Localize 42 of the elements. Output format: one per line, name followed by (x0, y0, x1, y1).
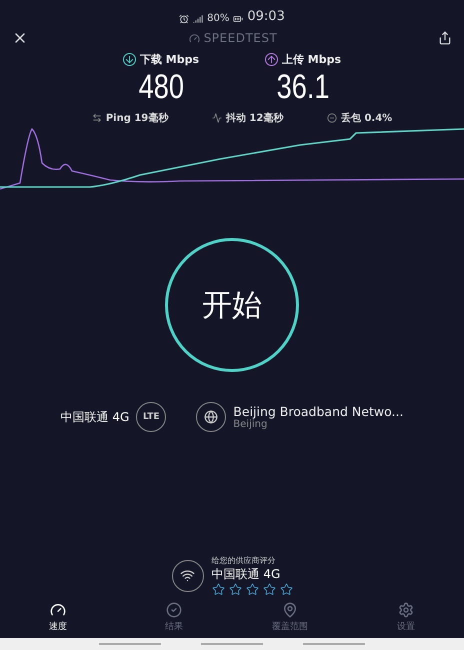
nav-tab[interactable]: 覆盖范围 (232, 602, 348, 638)
map-pin-icon (282, 602, 298, 618)
nav-tab[interactable]: 设置 (348, 602, 464, 638)
result-label: 下载 Mbps (140, 52, 200, 67)
result-value: 480 (138, 67, 184, 107)
lte-badge: LTE (136, 402, 166, 432)
server-name[interactable]: Beijing Broadband Netwo... (233, 404, 404, 419)
star-icon[interactable] (228, 583, 242, 596)
star-icon[interactable] (246, 583, 258, 596)
upload-icon (264, 53, 278, 66)
app-title: SPEEDTEST (204, 31, 278, 45)
download-icon (122, 53, 136, 66)
check-circle-icon (166, 602, 182, 618)
gauge-icon (188, 32, 200, 44)
metric-value: 抖动 12毫秒 (226, 111, 284, 125)
arrows-icon (92, 113, 102, 123)
minus-circle-icon (326, 113, 337, 123)
share-icon (438, 31, 452, 45)
battery-level: 80% (207, 13, 230, 24)
nav-tab[interactable]: 结果 (116, 602, 232, 638)
clock-time: 09:03 (247, 9, 285, 24)
wifi-icon (172, 560, 204, 592)
signal-icon (193, 14, 204, 24)
battery-icon (233, 14, 244, 24)
rating-carrier: 中国联通 4G (212, 566, 282, 583)
metric-value: Ping 19毫秒 (106, 111, 168, 125)
result-value: 36.1 (276, 67, 330, 107)
alarm-icon (179, 14, 190, 24)
start-button[interactable]: 开始 (165, 238, 299, 372)
metric-value: 丢包 0.4% (340, 112, 392, 125)
carrier-name: 中国联通 4G (60, 408, 130, 426)
pulse-icon (212, 113, 222, 123)
rating-prompt: 给您的供应商评分 (212, 555, 276, 566)
star-icon[interactable] (262, 583, 276, 596)
gauge-icon (50, 602, 66, 618)
nav-tab[interactable]: 速度 (0, 602, 116, 638)
star-icon[interactable] (280, 583, 292, 596)
star-icon[interactable] (212, 583, 224, 596)
globe-icon (196, 402, 226, 432)
settings-icon (398, 602, 414, 618)
result-label: 上传 Mbps (282, 52, 342, 67)
server-location: Beijing (233, 419, 268, 430)
